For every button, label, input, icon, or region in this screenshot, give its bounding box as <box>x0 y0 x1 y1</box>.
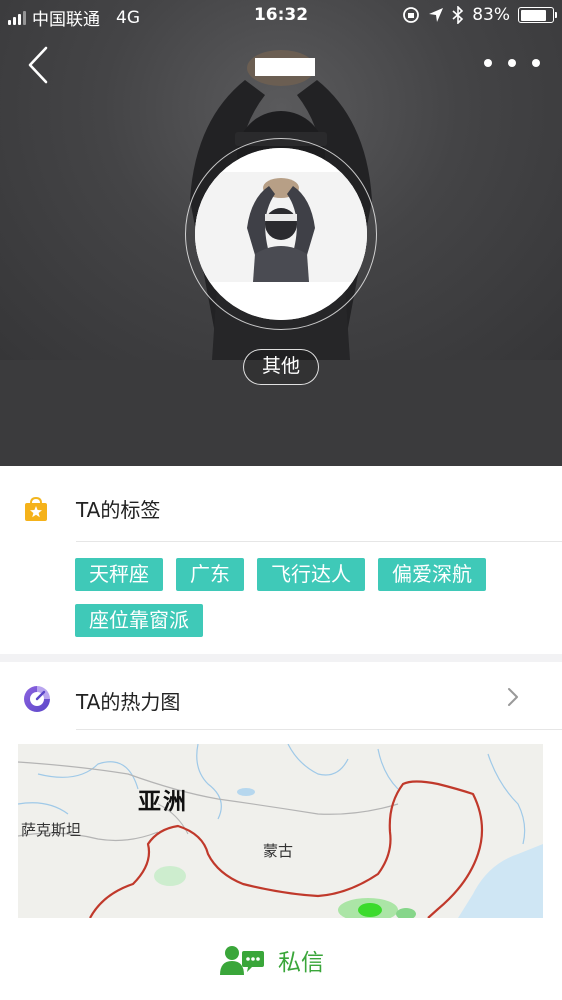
tag-chip[interactable]: 偏爱深航 <box>378 558 486 591</box>
category-pill: 其他 <box>243 349 319 385</box>
back-button[interactable] <box>22 42 56 88</box>
heat-gauge-icon <box>24 686 50 712</box>
avatar[interactable] <box>195 148 367 320</box>
bottom-action-bar: 私信 <box>0 918 562 1000</box>
tag-chip[interactable]: 广东 <box>176 558 244 591</box>
private-message-button[interactable]: 私信 <box>218 940 324 980</box>
location-icon <box>429 8 444 22</box>
map-label-kazakhstan: 萨克斯坦 <box>21 821 82 839</box>
battery-percent: 83% <box>472 5 510 25</box>
username-redacted <box>255 58 315 76</box>
heatmap-title: TA的热力图 <box>76 690 181 714</box>
tag-chip[interactable]: 座位靠窗派 <box>75 604 203 637</box>
chevron-right-icon <box>508 688 518 706</box>
bluetooth-icon <box>452 6 464 24</box>
private-message-label: 私信 <box>278 950 324 976</box>
back-icon <box>28 46 48 84</box>
divider <box>76 729 562 730</box>
status-bar: 中国联通 4G 16:32 83% <box>0 0 562 32</box>
more-icon <box>484 59 492 67</box>
more-icon-dot <box>532 59 540 67</box>
orientation-lock-icon <box>403 7 420 23</box>
map-label-asia: 亚洲 <box>138 789 188 815</box>
avatar-image <box>195 148 367 320</box>
chat-icon <box>220 946 264 975</box>
tag-list: 天秤座 广东 飞行达人 偏爱深航 座位靠窗派 <box>75 558 545 637</box>
battery-fill <box>520 9 547 21</box>
divider <box>76 541 562 542</box>
heat-map[interactable]: 亚洲 萨克斯坦 蒙古 <box>18 744 543 918</box>
battery-icon <box>518 7 557 23</box>
tags-header: TA的标签 <box>0 466 562 542</box>
shopping-bag-icon <box>25 496 47 521</box>
more-button[interactable] <box>484 50 540 76</box>
tag-chip[interactable]: 飞行达人 <box>257 558 365 591</box>
tags-title: TA的标签 <box>76 498 161 522</box>
tags-card: TA的标签 天秤座 广东 飞行达人 偏爱深航 座位靠窗派 <box>0 466 562 654</box>
more-icon-dot <box>508 59 516 67</box>
heatmap-header[interactable]: TA的热力图 <box>0 662 562 730</box>
status-right: 83% <box>402 5 557 25</box>
profile-header: 中国联通 4G 16:32 83% 其他 <box>0 0 562 466</box>
tag-chip[interactable]: 天秤座 <box>75 558 163 591</box>
map-graphic <box>18 744 543 918</box>
map-label-mongolia: 蒙古 <box>263 842 294 860</box>
